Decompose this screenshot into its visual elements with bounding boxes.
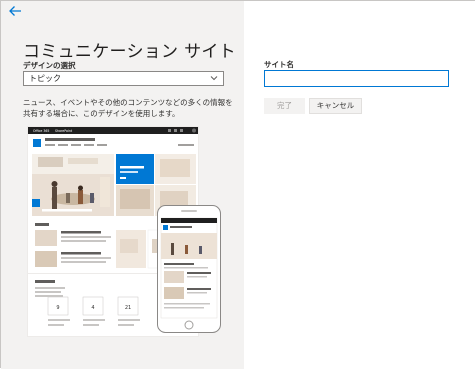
page-title: コミュニケーション サイト: [23, 42, 236, 62]
done-button[interactable]: 完了: [264, 98, 305, 114]
preview-event-day-3: 21: [125, 305, 131, 311]
preview-suite-app: SharePoint: [55, 129, 73, 133]
back-arrow-icon[interactable]: [7, 4, 23, 18]
preview-suite-bar: [28, 127, 198, 134]
site-name-input[interactable]: [264, 70, 449, 87]
design-panel: コミュニケーション サイト デザインの選択 トピック ニュース、イベントやその他…: [1, 1, 244, 369]
design-label: デザインの選択: [23, 61, 76, 70]
design-description: ニュース、イベントやその他のコンテンツなどの多くの情報を共有する場合に、このデザ…: [23, 98, 233, 118]
site-name-label: サイト名: [264, 60, 294, 69]
preview-event-day-2: 4: [91, 305, 94, 311]
mobile-preview: [157, 205, 221, 333]
design-selected-value: トピック: [29, 74, 61, 83]
chevron-down-icon: [210, 76, 218, 81]
cancel-button[interactable]: キャンセル: [309, 98, 362, 114]
preview-event-day-1: 9: [56, 305, 59, 311]
create-site-dialog: コミュニケーション サイト デザインの選択 トピック ニュース、イベントやその他…: [0, 0, 475, 369]
preview-suite-left: Office 365: [33, 129, 49, 133]
design-dropdown[interactable]: トピック: [23, 71, 224, 86]
site-form-panel: サイト名 完了 キャンセル: [244, 1, 475, 369]
